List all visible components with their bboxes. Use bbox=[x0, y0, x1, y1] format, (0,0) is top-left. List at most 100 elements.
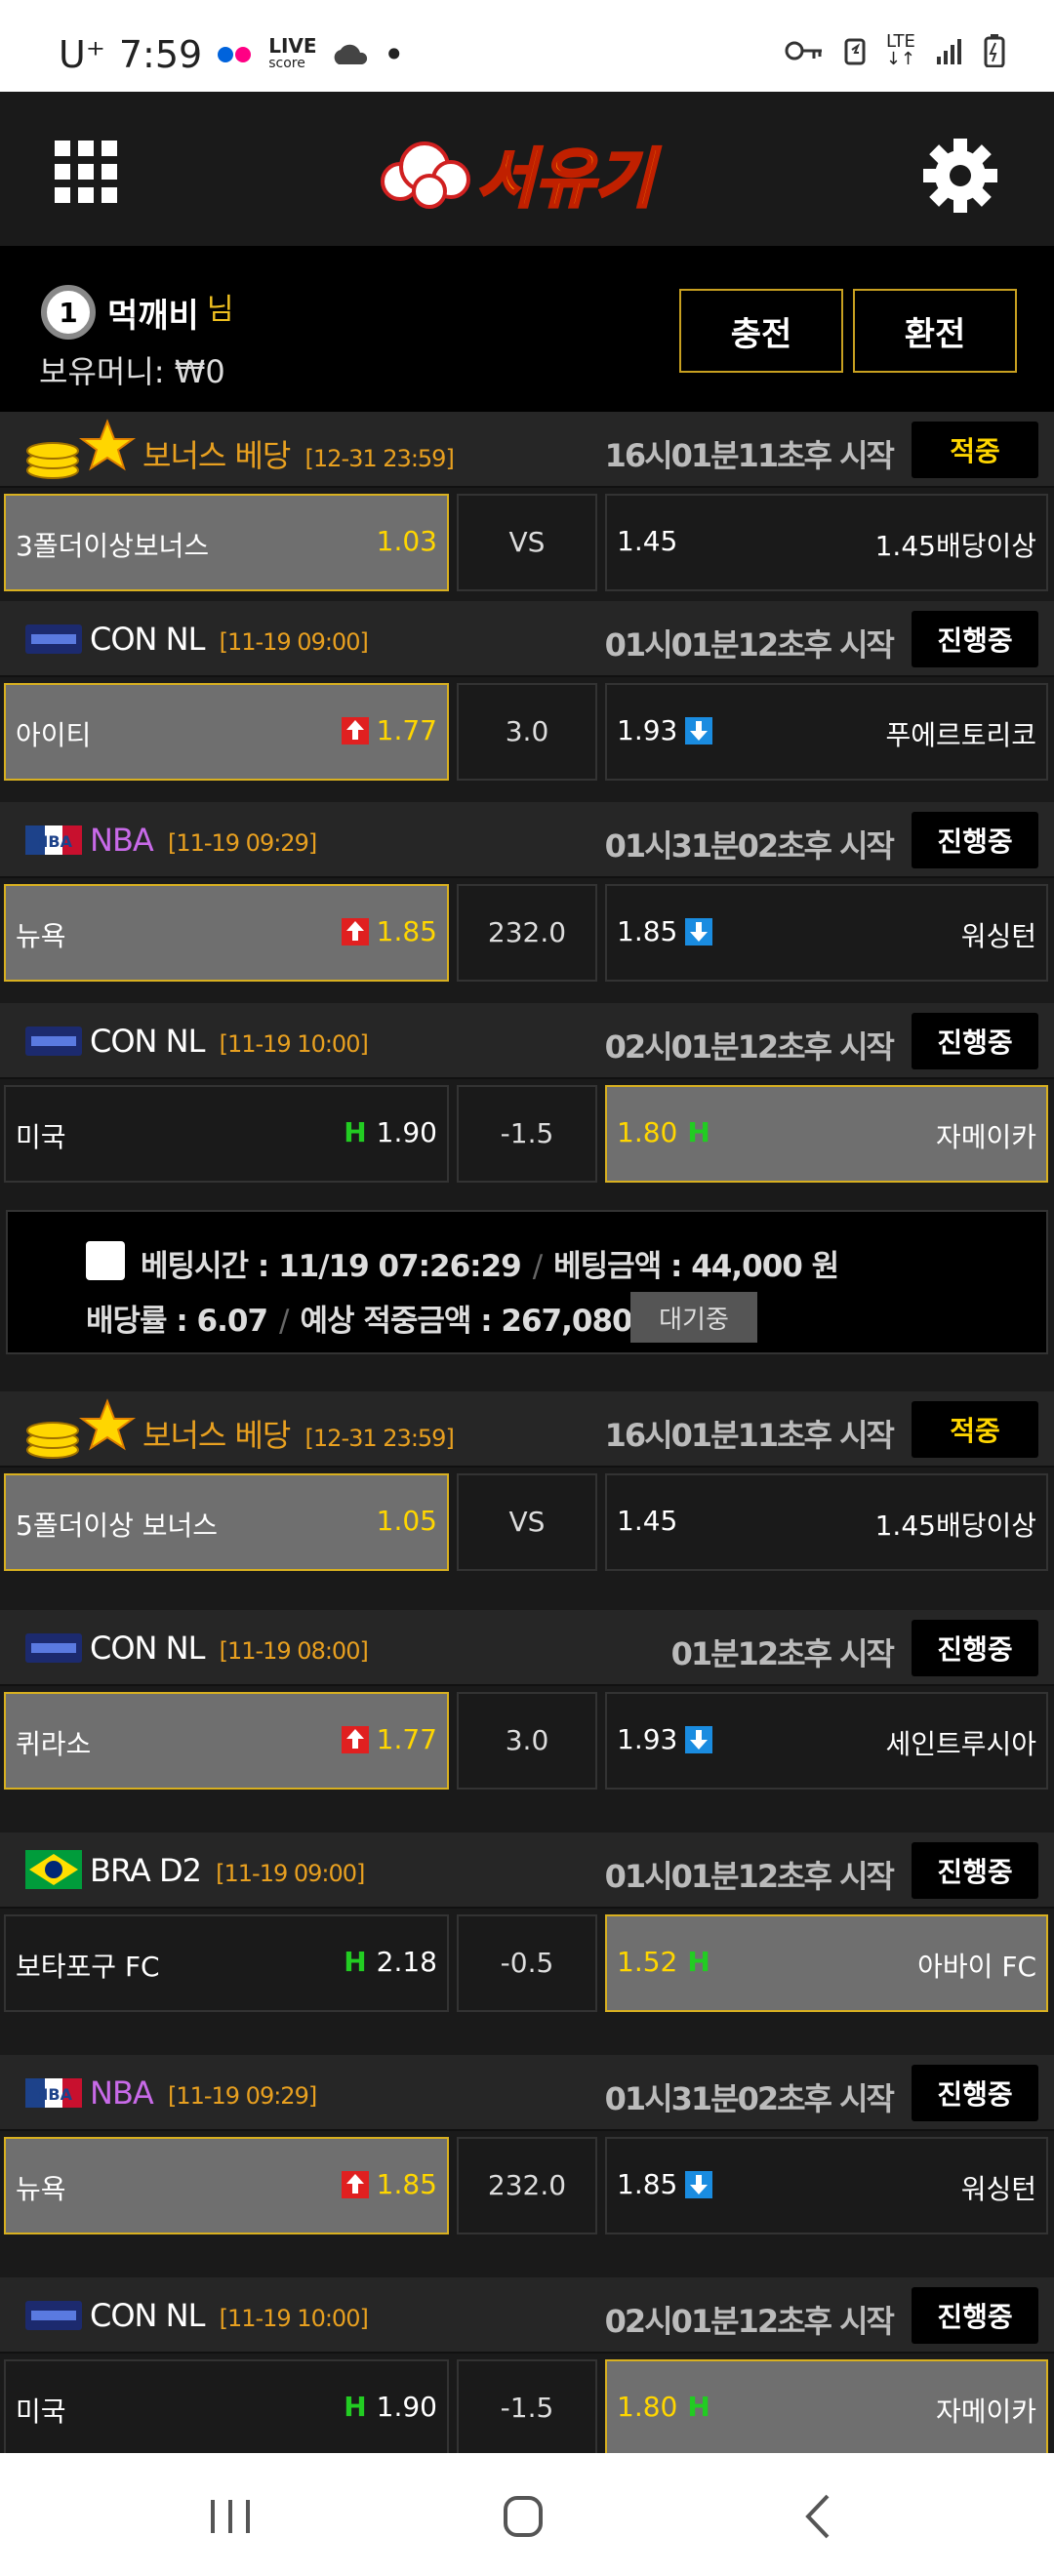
coins-star-icon bbox=[26, 1398, 137, 1459]
match-header: CON NL [11-19 10:00] 02시01분12초후 시작 진행중 bbox=[0, 2277, 1054, 2354]
odds-up-icon bbox=[341, 1726, 369, 1753]
odds-down-icon bbox=[685, 1726, 713, 1753]
odds-row: 3폴더이상보너스 1.03 VS 1.45 1.45배당이상 bbox=[0, 488, 1054, 591]
site-logo[interactable]: 서유기 bbox=[371, 123, 683, 221]
home-odd-cell[interactable]: 5폴더이상 보너스 1.05 bbox=[4, 1473, 449, 1571]
match-header: CON NL [11-19 08:00] 01분12초후 시작 진행중 bbox=[0, 1610, 1054, 1686]
match-feed: 보너스 베당 [12-31 23:59] 16시01분11초후 시작 적중 3폴… bbox=[0, 412, 1054, 2453]
battery-saver-icon bbox=[844, 38, 866, 65]
bet-slip: 베팅시간 : 11/19 07:26:29/베팅금액 : 44,000 원 배당… bbox=[6, 1210, 1048, 1354]
concacaf-icon bbox=[25, 2301, 82, 2330]
back-icon[interactable] bbox=[781, 2482, 859, 2551]
gear-icon[interactable] bbox=[921, 137, 999, 215]
league-name: 보너스 베당 [12-31 23:59] bbox=[142, 1417, 455, 1454]
handicap-cell[interactable]: -1.5 bbox=[457, 2359, 597, 2453]
app-header: 서유기 bbox=[0, 92, 1054, 246]
handicap-h-icon: H bbox=[687, 1116, 710, 1148]
away-odd-cell[interactable]: 1.52 H 아바이 FC bbox=[605, 1914, 1048, 2012]
handicap-h-icon: H bbox=[344, 1116, 367, 1148]
lte-icon: LTE ↓↑ bbox=[885, 31, 915, 69]
nba-icon: NBA bbox=[25, 2078, 82, 2108]
countdown: 01분12초후 시작 bbox=[670, 1635, 895, 1672]
handicap-h-icon: H bbox=[687, 1946, 710, 1978]
status-button[interactable]: 진행중 bbox=[912, 2065, 1038, 2121]
bet-slip-checkbox[interactable] bbox=[86, 1241, 125, 1280]
odds-up-icon bbox=[341, 2171, 369, 2198]
svg-text:NBA: NBA bbox=[35, 832, 73, 851]
countdown: 01시01분12초후 시작 bbox=[604, 1858, 895, 1895]
status-button[interactable]: 진행중 bbox=[912, 611, 1038, 667]
away-odd-cell[interactable]: 1.85 워싱턴 bbox=[605, 884, 1048, 982]
status-button[interactable]: 진행중 bbox=[912, 812, 1038, 868]
cloud-icon bbox=[334, 44, 367, 64]
odds-row: 뉴욕 1.85 232.0 1.85 워싱턴 bbox=[0, 2131, 1054, 2234]
concacaf-icon bbox=[25, 624, 82, 654]
charge-button[interactable]: 충전 bbox=[679, 289, 843, 373]
draw-cell[interactable]: VS bbox=[457, 1473, 597, 1571]
svg-text:NBA: NBA bbox=[35, 2085, 73, 2104]
over-under-cell[interactable]: 232.0 bbox=[457, 2137, 597, 2234]
status-button[interactable]: 적중 bbox=[912, 422, 1038, 478]
home-odd-cell[interactable]: 뉴욕 1.85 bbox=[4, 2137, 449, 2234]
home-odd-cell[interactable]: 뉴욕 1.85 bbox=[4, 884, 449, 982]
status-button[interactable]: 진행중 bbox=[912, 2287, 1038, 2344]
status-button[interactable]: 적중 bbox=[912, 1401, 1038, 1458]
home-icon[interactable] bbox=[484, 2482, 562, 2551]
countdown: 01시01분12초후 시작 bbox=[604, 626, 895, 664]
recent-apps-icon[interactable] bbox=[191, 2482, 269, 2551]
countdown: 01시31분02초후 시작 bbox=[604, 827, 895, 865]
dot-icon: • bbox=[383, 33, 405, 76]
away-odd-cell[interactable]: 1.45 1.45배당이상 bbox=[605, 494, 1048, 591]
menu-grid-icon[interactable] bbox=[55, 141, 117, 203]
over-under-cell[interactable]: 232.0 bbox=[457, 884, 597, 982]
odds-row: 뉴욕 1.85 232.0 1.85 워싱턴 bbox=[0, 878, 1054, 982]
home-odd-cell[interactable]: 아이티 1.77 bbox=[4, 683, 449, 781]
handicap-cell[interactable]: -0.5 bbox=[457, 1914, 597, 2012]
home-odd-cell[interactable]: 보타포구 FC H 2.18 bbox=[4, 1914, 449, 2012]
odds-row: 보타포구 FC H 2.18 -0.5 1.52 H 아바이 FC bbox=[0, 1909, 1054, 2012]
draw-cell[interactable]: VS bbox=[457, 494, 597, 591]
exchange-button[interactable]: 환전 bbox=[853, 289, 1017, 373]
odds-row: 미국 H 1.90 -1.5 1.80 H 자메이카 bbox=[0, 1079, 1054, 1183]
carrier-label: U⁺ bbox=[59, 33, 105, 76]
status-button[interactable]: 진행중 bbox=[912, 1842, 1038, 1899]
user-bar: 1 먹깨비 님 보유머니: ₩0 충전 환전 bbox=[0, 246, 1054, 412]
handicap-cell[interactable]: 3.0 bbox=[457, 683, 597, 781]
bet-slip-line-2: 배당률 : 6.07/예상 적중금액 : 267,080 원 bbox=[86, 1304, 669, 1339]
handicap-cell[interactable]: -1.5 bbox=[457, 1085, 597, 1183]
away-odd-cell[interactable]: 1.85 워싱턴 bbox=[605, 2137, 1048, 2234]
odds-down-icon bbox=[685, 2171, 713, 2198]
flickr-icon bbox=[218, 47, 252, 62]
countdown: 02시01분12초후 시작 bbox=[604, 2303, 895, 2340]
league-name: 보너스 베당 [12-31 23:59] bbox=[142, 437, 455, 474]
home-odd-cell[interactable]: 미국 H 1.90 bbox=[4, 2359, 449, 2453]
status-button[interactable]: 진행중 bbox=[912, 1013, 1038, 1069]
user-name: 먹깨비 님 bbox=[107, 293, 234, 336]
league-name: CON NL [11-19 08:00] bbox=[90, 1630, 369, 1667]
away-odd-cell[interactable]: 1.80 H 자메이카 bbox=[605, 1085, 1048, 1183]
countdown: 02시01분12초후 시작 bbox=[604, 1028, 895, 1066]
handicap-cell[interactable]: 3.0 bbox=[457, 1692, 597, 1790]
livescore-icon: LIVE score bbox=[268, 34, 317, 71]
home-odd-cell[interactable]: 미국 H 1.90 bbox=[4, 1085, 449, 1183]
match-header: 보너스 베당 [12-31 23:59] 16시01분11초후 시작 적중 bbox=[0, 412, 1054, 488]
home-odd-cell[interactable]: 3폴더이상보너스 1.03 bbox=[4, 494, 449, 591]
handicap-h-icon: H bbox=[687, 2391, 710, 2423]
countdown: 01시31분02초후 시작 bbox=[604, 2080, 895, 2117]
away-odd-cell[interactable]: 1.93 세인트루시아 bbox=[605, 1692, 1048, 1790]
level-badge: 1 bbox=[41, 285, 96, 340]
match-header: NBA NBA [11-19 09:29] 01시31분02초후 시작 진행중 bbox=[0, 2055, 1054, 2131]
odds-up-icon bbox=[341, 918, 369, 946]
league-name: NBA [11-19 09:29] bbox=[90, 2074, 317, 2112]
countdown: 16시01분11초후 시작 bbox=[604, 437, 895, 474]
svg-text:서유기: 서유기 bbox=[476, 141, 661, 217]
league-name: BRA D2 [11-19 09:00] bbox=[90, 1852, 365, 1889]
handicap-h-icon: H bbox=[344, 2391, 367, 2423]
away-odd-cell[interactable]: 1.80 H 자메이카 bbox=[605, 2359, 1048, 2453]
away-odd-cell[interactable]: 1.45 1.45배당이상 bbox=[605, 1473, 1048, 1571]
waiting-button[interactable]: 대기중 bbox=[630, 1292, 757, 1343]
home-odd-cell[interactable]: 퀴라소 1.77 bbox=[4, 1692, 449, 1790]
status-button[interactable]: 진행중 bbox=[912, 1620, 1038, 1676]
away-odd-cell[interactable]: 1.93 푸에르토리코 bbox=[605, 683, 1048, 781]
league-name: CON NL [11-19 10:00] bbox=[90, 2297, 369, 2334]
